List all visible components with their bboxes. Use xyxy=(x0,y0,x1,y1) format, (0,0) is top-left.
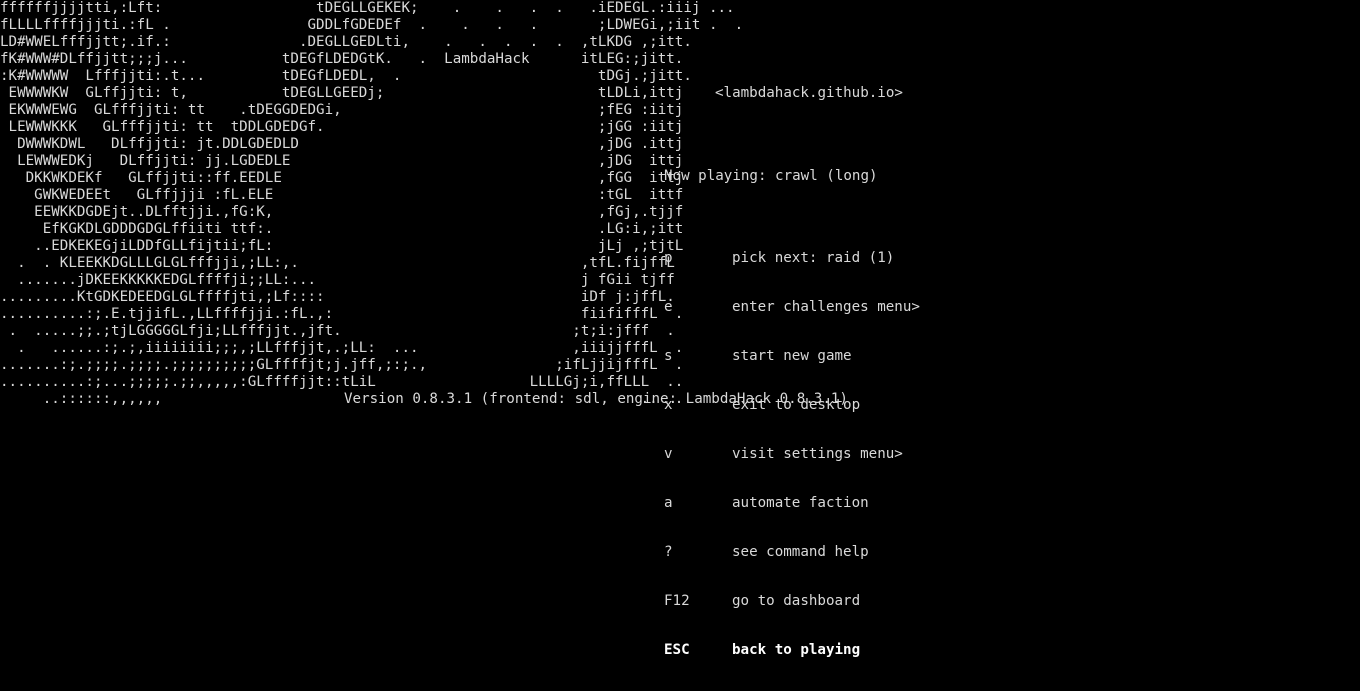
menu-key: p xyxy=(664,250,673,266)
ascii-art-row: .......jDKEEKKKKKEDGLffffji;;LL:... j fG… xyxy=(0,272,675,288)
menu-key: v xyxy=(664,446,673,462)
ascii-art-row: EKWWWEWG GLfffjjti: tt .tDEGGDEDGi, ;fEG… xyxy=(0,102,684,118)
menu-key: s xyxy=(664,348,673,364)
menu-key: ESC xyxy=(664,642,690,658)
ascii-art-row: GWKWEDEEt GLffjjji :fL.ELE :tGL ittf xyxy=(0,187,684,203)
ascii-art-row: :K#WWWWW Lfffjjti:.t... tDEGfLDEDL, . tD… xyxy=(0,68,692,84)
menu-item-new-game[interactable]: s start new game xyxy=(664,348,1124,365)
ascii-art-row: EfKGKDLGDDDGDGLffiiti ttf:. .LG:i,;itt xyxy=(0,221,684,237)
menu-label: visit settings menu> xyxy=(732,446,903,462)
menu-item-automate[interactable]: a automate faction xyxy=(664,495,1124,512)
menu-key: ? xyxy=(664,544,673,560)
ascii-art-row: EWWWWKW GLffjjti: t, tDEGLLGEEDj; tLDLi,… xyxy=(0,85,684,101)
menu-label: go to dashboard xyxy=(732,593,861,609)
menu-key: a xyxy=(664,495,673,511)
ascii-art-row: . ......:;.;,iiiiiiii;;;,;LLfffjjt,.;LL:… xyxy=(0,340,684,356)
menu-item-pick-next[interactable]: p pick next: raid (1) xyxy=(664,250,1124,267)
menu-item-back-to-playing[interactable]: ESC back to playing xyxy=(664,642,1124,659)
menu-key: F12 xyxy=(664,593,690,609)
menu-label: automate faction xyxy=(732,495,869,511)
ascii-art-row: ..........:;...;;;;;.;;,,,,,:GLffffjjt::… xyxy=(0,374,684,390)
ascii-art-row: DWWWKDWL DLffjjti: jt.DDLGDEDLD ,jDG .it… xyxy=(0,136,684,152)
ascii-art-row: LD#WWELfffjjtt;.if.: .DEGLLGEDLti, . . .… xyxy=(0,34,692,50)
menu-label: start new game xyxy=(732,348,852,364)
ascii-art-row: . . KLEEKKDGLLLGLGLfffjji,;LL:,. ,tfL.fi… xyxy=(0,255,675,271)
ascii-art-row: .........KtGDKEDEEDGLGLffffjti,;Lf:::: i… xyxy=(0,289,675,305)
ascii-art-row: ..EDKEKEGjiLDDfGLLfijtii;fL: jLj ,;tjtL xyxy=(0,238,684,254)
ascii-art-row: .......:;.;;;;.;;;;.;;;;;;;;;;GLffffjt;j… xyxy=(0,357,684,373)
ascii-art-row: LEWWWEDKj DLffjjti: jj.LGDEDLE ,jDG ittj xyxy=(0,153,684,169)
menu-label: enter challenges menu> xyxy=(732,299,920,315)
menu-key: e xyxy=(664,299,673,315)
menu-item-dashboard[interactable]: F12 go to dashboard xyxy=(664,593,1124,610)
ascii-art-row: . .....;;.;tjLGGGGGLfji;LLfffjjt.,jft. ;… xyxy=(0,323,675,339)
ascii-art-row: fLLLLffffjjjti.:fL . GDDLfGDEDEf . . . .… xyxy=(0,17,744,33)
menu-label: pick next: raid (1) xyxy=(732,250,895,266)
menu-label: see command help xyxy=(732,544,869,560)
menu-item-help[interactable]: ? see command help xyxy=(664,544,1124,561)
menu-item-settings[interactable]: v visit settings menu> xyxy=(664,446,1124,463)
project-url: <lambdahack.github.io> xyxy=(715,85,903,101)
menu-item-challenges[interactable]: e enter challenges menu> xyxy=(664,299,1124,316)
main-menu: Now playing: crawl (long) p pick next: r… xyxy=(664,136,1124,691)
ascii-art-row: ..........:;.E.tjjifL.,LLffffjji.:fL.,: … xyxy=(0,306,684,322)
game-screen: ffffffjjjjtti,:Lft: tDEGLLGEKEK; . . . .… xyxy=(0,0,1360,658)
ascii-art-row: fK#WWW#DLffjjtt;;;j... tDEGfLDEDGtK. . L… xyxy=(0,51,684,67)
ascii-art-row: ffffffjjjjtti,:Lft: tDEGLLGEKEK; . . . .… xyxy=(0,0,735,16)
menu-label: back to playing xyxy=(732,642,861,658)
version-info: Version 0.8.3.1 (frontend: sdl, engine: … xyxy=(344,391,848,407)
ascii-art-row: LEWWWKKK GLfffjjti: tt tDDLGDEDGf. ;jGG … xyxy=(0,119,684,135)
ascii-art-row: DKKWKDEKf GLffjjti::ff.EEDLE ,fGG ittj xyxy=(0,170,684,186)
ascii-art-row: EEWKKDGDEjt..DLfftjji.,fG:K, ,fGj,.tjjf xyxy=(0,204,684,220)
now-playing-label: Now playing: crawl (long) xyxy=(664,168,878,184)
